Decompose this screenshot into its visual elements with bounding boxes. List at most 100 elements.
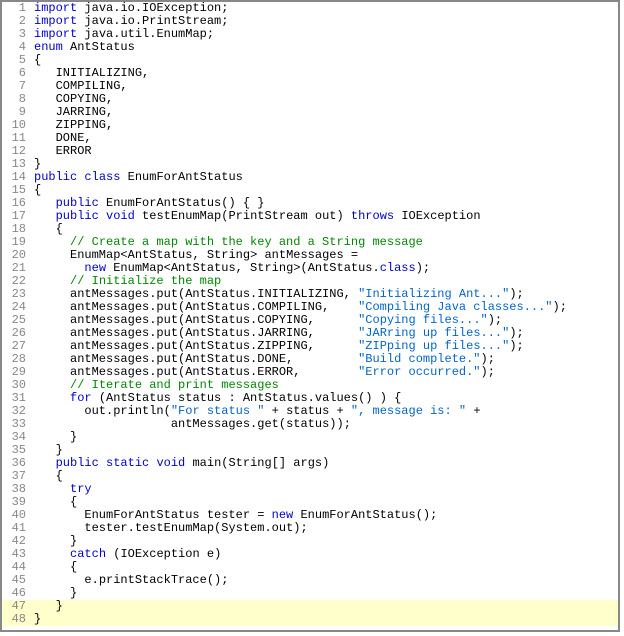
token-str: "Compiling Java classes..."	[358, 300, 552, 314]
token-plain	[264, 404, 271, 418]
token-plain	[34, 209, 56, 223]
token-plain: AntStatus	[185, 326, 250, 340]
line-number: 1	[2, 2, 32, 15]
token-plain: EnumForAntStatus	[99, 196, 221, 210]
token-plain: ,	[106, 118, 113, 132]
token-plain	[34, 547, 70, 561]
token-str: ", message is: "	[351, 404, 466, 418]
token-kw: static	[106, 456, 149, 470]
token-plain: put	[156, 313, 178, 327]
token-plain: AntStatus	[185, 339, 250, 353]
code-line: 17 public void testEnumMap(PrintStream o…	[2, 210, 618, 223]
token-plain: ;	[344, 417, 351, 431]
token-plain: antMessages	[257, 248, 351, 262]
token-plain: AntStatus	[185, 365, 250, 379]
token-plain: .	[264, 521, 271, 535]
token-kw: for	[70, 391, 92, 405]
token-plain: out	[272, 521, 294, 535]
code-content: JARRING,	[32, 106, 618, 119]
token-plain: :	[228, 391, 235, 405]
token-plain: DONE	[34, 131, 84, 145]
token-plain	[34, 534, 70, 548]
token-plain: EnumForAntStatus	[293, 508, 415, 522]
token-plain	[351, 287, 358, 301]
token-plain: ;	[221, 573, 228, 587]
code-content: antMessages.get(status));	[32, 418, 618, 431]
token-plain	[34, 235, 70, 249]
token-plain: AntStatus	[185, 313, 250, 327]
token-plain: {	[56, 222, 63, 236]
token-plain	[34, 495, 70, 509]
token-plain: String	[243, 261, 293, 275]
token-plain: )	[509, 326, 516, 340]
token-plain: (	[207, 573, 214, 587]
code-line: 45 e.printStackTrace();	[2, 574, 618, 587]
code-line: 47 }	[2, 600, 618, 613]
token-plain: put	[156, 287, 178, 301]
token-plain	[99, 456, 106, 470]
token-plain: .	[135, 1, 142, 15]
token-plain: put	[156, 352, 178, 366]
token-plain: antMessages	[34, 300, 149, 314]
token-plain: {	[34, 183, 41, 197]
token-plain	[344, 209, 351, 223]
token-plain	[264, 508, 271, 522]
token-plain: io	[120, 14, 134, 28]
token-plain: ;	[221, 1, 228, 15]
token-plain	[34, 456, 56, 470]
token-kw: enum	[34, 40, 63, 54]
code-body: 1import java.io.IOException;2import java…	[2, 2, 618, 626]
code-line: 36 public static void main(String[] args…	[2, 457, 618, 470]
token-plain: util	[120, 27, 149, 41]
code-line: 11 DONE,	[2, 132, 618, 145]
token-plain: )	[380, 391, 387, 405]
token-plain: ,	[142, 66, 149, 80]
token-plain	[34, 586, 70, 600]
token-plain: ;	[430, 508, 437, 522]
token-plain: )	[488, 313, 495, 327]
token-plain: IOException	[394, 209, 480, 223]
code-line: 14public class EnumForAntStatus	[2, 171, 618, 184]
token-plain: ,	[84, 131, 91, 145]
token-plain: [	[272, 456, 279, 470]
token-plain: DONE	[257, 352, 286, 366]
token-plain: {	[70, 560, 77, 574]
token-kw: import	[34, 14, 77, 28]
token-plain	[34, 274, 70, 288]
token-plain	[315, 313, 358, 327]
token-plain: put	[156, 300, 178, 314]
token-plain: )	[365, 391, 372, 405]
token-plain: (	[99, 391, 106, 405]
token-plain	[34, 196, 56, 210]
token-plain: +	[272, 404, 279, 418]
token-str: "JARring up files..."	[358, 326, 509, 340]
token-plain: AntStatus	[128, 248, 193, 262]
token-plain: (	[416, 508, 423, 522]
code-line: 12 ERROR	[2, 145, 618, 158]
code-listing: 1import java.io.IOException;2import java…	[2, 2, 618, 626]
code-content: DONE,	[32, 132, 618, 145]
token-plain: println	[113, 404, 163, 418]
token-plain: .	[373, 261, 380, 275]
code-line: 48}	[2, 613, 618, 626]
token-kw: class	[380, 261, 416, 275]
token-plain: ()	[221, 196, 235, 210]
token-plain: COPYING	[34, 92, 106, 106]
token-plain: out	[34, 404, 106, 418]
code-content: }	[32, 613, 618, 626]
token-plain	[92, 391, 99, 405]
token-plain: }	[56, 443, 63, 457]
token-plain: ;	[423, 261, 430, 275]
token-plain: EnumMap	[106, 261, 164, 275]
token-plain	[34, 378, 70, 392]
code-content: ZIPPING,	[32, 119, 618, 132]
token-plain	[34, 469, 56, 483]
token-plain	[34, 599, 56, 613]
token-plain: JARRING	[257, 326, 307, 340]
token-plain: ;	[488, 365, 495, 379]
token-plain: }	[56, 599, 63, 613]
token-plain: INITIALIZING	[257, 287, 343, 301]
token-plain: ZIPPING	[257, 339, 307, 353]
token-plain: ,	[344, 287, 351, 301]
token-plain: ;	[517, 326, 524, 340]
